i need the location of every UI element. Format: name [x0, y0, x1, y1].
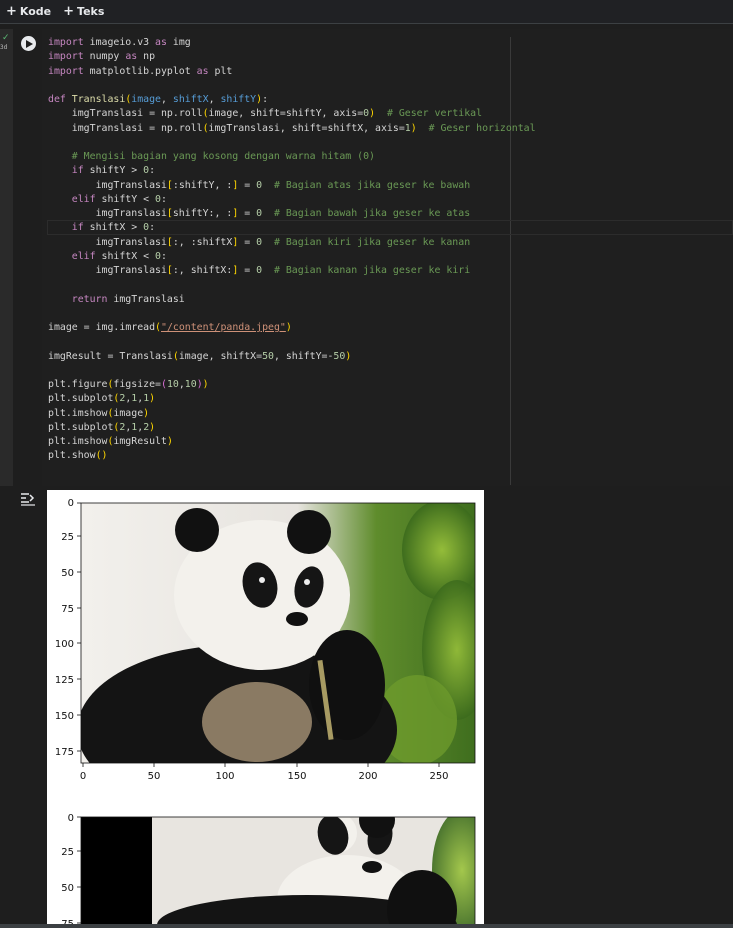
original-image — [81, 503, 475, 763]
plot2-y-axis: 0 25 50 75 — [61, 813, 81, 928]
code-line[interactable]: if shiftY > 0: — [48, 164, 536, 178]
code-line[interactable]: if shiftX > 0: — [48, 221, 536, 235]
code-line[interactable] — [48, 307, 536, 321]
x-tick-label: 150 — [287, 771, 306, 782]
code-line[interactable]: imgResult = Translasi(image, shiftX=50, … — [48, 350, 536, 364]
code-text[interactable]: import imageio.v3 as img import numpy as … — [48, 36, 536, 464]
code-line[interactable] — [48, 335, 536, 349]
toolbar: + Kode + Teks — [0, 0, 733, 24]
code-line[interactable] — [48, 136, 536, 150]
code-line[interactable]: return imgTranslasi — [48, 293, 536, 307]
cell-output: 0 25 50 75 100 125 150 175 0 50 100 150 … — [0, 486, 733, 928]
code-line[interactable]: image = img.imread("/content/panda.jpeg"… — [48, 321, 536, 335]
code-line[interactable]: imgTranslasi[:shiftY, :] = 0 # Bagian at… — [48, 179, 536, 193]
add-text-button[interactable]: + Teks — [63, 5, 104, 18]
code-line[interactable] — [48, 278, 536, 292]
y-tick-label: 0 — [68, 813, 74, 824]
add-code-button[interactable]: + Kode — [6, 5, 51, 18]
code-line[interactable]: plt.subplot(2,1,1) — [48, 392, 536, 406]
plus-icon: + — [63, 4, 75, 19]
code-line[interactable]: plt.imshow(image) — [48, 407, 536, 421]
code-editor[interactable]: import imageio.v3 as img import numpy as … — [42, 29, 733, 486]
x-tick-label: 100 — [215, 771, 234, 782]
black-shift-region — [81, 817, 152, 928]
x-tick-label: 250 — [429, 771, 448, 782]
y-tick-label: 125 — [55, 675, 74, 686]
y-tick-label: 150 — [55, 711, 74, 722]
code-line[interactable]: plt.imshow(imgResult) — [48, 435, 536, 449]
plus-icon: + — [6, 4, 17, 19]
checkmark-icon: ✓ — [2, 33, 10, 43]
x-tick-label: 50 — [148, 771, 161, 782]
code-cell: ✓ 3d import imageio.v3 as img import nump… — [0, 29, 733, 486]
bottom-scrollbar[interactable] — [0, 924, 733, 928]
y-tick-label: 75 — [61, 604, 74, 615]
code-line[interactable]: def Translasi(image, shiftX, shiftY): — [48, 93, 536, 107]
code-line[interactable]: imgTranslasi[shiftY:, :] = 0 # Bagian ba… — [48, 207, 536, 221]
y-tick-label: 0 — [68, 498, 74, 509]
plot-figure: 0 25 50 75 100 125 150 175 0 50 100 150 … — [47, 490, 484, 928]
y-tick-label: 175 — [55, 747, 74, 758]
code-line[interactable]: elif shiftX < 0: — [48, 250, 536, 264]
y-tick-label: 100 — [55, 639, 74, 650]
plot1-y-axis: 0 25 50 75 100 125 150 175 — [55, 498, 81, 758]
code-line[interactable]: elif shiftY < 0: — [48, 193, 536, 207]
code-line[interactable]: plt.figure(figsize=(10,10)) — [48, 378, 536, 392]
add-text-label: Teks — [77, 5, 105, 18]
y-tick-label: 50 — [61, 568, 74, 579]
code-line[interactable]: imgTranslasi[:, shiftX:] = 0 # Bagian ka… — [48, 264, 536, 278]
code-line[interactable]: import numpy as np — [48, 50, 536, 64]
run-cell-button[interactable] — [21, 36, 36, 51]
cell-gutter: ✓ 3d — [0, 29, 13, 486]
code-line[interactable] — [48, 364, 536, 378]
y-tick-label: 25 — [61, 532, 74, 543]
code-line[interactable]: imgTranslasi[:, :shiftX] = 0 # Bagian ki… — [48, 236, 536, 250]
plot1-x-axis: 0 50 100 150 200 250 — [80, 763, 449, 782]
translated-image — [81, 817, 475, 928]
execution-time: 3d — [0, 44, 8, 51]
plot-svg: 0 25 50 75 100 125 150 175 0 50 100 150 … — [55, 498, 476, 928]
code-line[interactable]: imgTranslasi = np.roll(imgTranslasi, shi… — [48, 122, 536, 136]
code-line[interactable]: import matplotlib.pyplot as plt — [48, 65, 536, 79]
code-line[interactable] — [48, 79, 536, 93]
code-line[interactable]: # Mengisi bagian yang kosong dengan warn… — [48, 150, 536, 164]
x-tick-label: 0 — [80, 771, 86, 782]
output-toggle-icon[interactable] — [20, 492, 36, 506]
code-line[interactable]: plt.subplot(2,1,2) — [48, 421, 536, 435]
add-code-label: Kode — [19, 5, 52, 18]
code-line[interactable]: plt.show() — [48, 449, 536, 463]
x-tick-label: 200 — [358, 771, 377, 782]
y-tick-label: 50 — [61, 883, 74, 894]
code-line[interactable]: imgTranslasi = np.roll(image, shift=shif… — [48, 107, 536, 121]
y-tick-label: 25 — [61, 847, 74, 858]
code-line[interactable]: import imageio.v3 as img — [48, 36, 536, 50]
